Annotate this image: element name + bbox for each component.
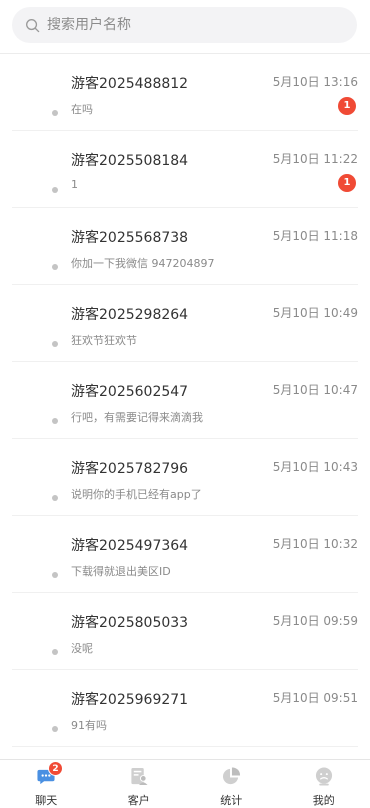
conversation-list: 游客2025488812 在吗 5月10日 13:16 1 游客20255081… bbox=[0, 54, 370, 747]
conversation-preview: 91有吗 bbox=[71, 719, 107, 732]
unread-badge: 1 bbox=[338, 174, 356, 192]
tab-customer[interactable]: 客户 bbox=[93, 760, 186, 808]
conversation-time: 5月10日 13:16 bbox=[272, 75, 358, 89]
conversation-name: 游客2025782796 bbox=[71, 461, 189, 477]
bottom-tab-bar: 2 聊天 客户 统计 我的 bbox=[0, 759, 370, 808]
conversation-preview: 说明你的手机已经有app了 bbox=[71, 488, 202, 501]
tab-label: 统计 bbox=[220, 794, 243, 807]
conversation-time: 5月10日 09:51 bbox=[272, 691, 358, 705]
search-icon bbox=[26, 18, 40, 32]
conversation-name: 游客2025488812 bbox=[71, 76, 189, 92]
conversation-item[interactable]: 游客2025488812 在吗 5月10日 13:16 1 bbox=[12, 54, 358, 131]
conversation-preview: 在吗 bbox=[71, 103, 93, 116]
conversation-item[interactable]: 游客2025602547 行吧，有需要记得来滴滴我 5月10日 10:47 bbox=[12, 362, 358, 439]
conversation-name: 游客2025298264 bbox=[71, 307, 189, 323]
tab-badge: 2 bbox=[48, 761, 63, 776]
status-dot bbox=[52, 264, 58, 270]
conversation-item[interactable]: 游客2025782796 说明你的手机已经有app了 5月10日 10:43 bbox=[12, 439, 358, 516]
status-dot bbox=[52, 572, 58, 578]
conversation-name: 游客2025568738 bbox=[71, 230, 189, 246]
search-box[interactable] bbox=[12, 7, 357, 43]
conversation-preview: 狂欢节狂欢节 bbox=[71, 334, 137, 347]
conversation-name: 游客2025602547 bbox=[71, 384, 189, 400]
conversation-preview: 行吧，有需要记得来滴滴我 bbox=[71, 411, 203, 424]
conversation-preview: 你加一下我微信 947204897 bbox=[71, 257, 215, 270]
conversation-item[interactable]: 游客2025508184 1 5月10日 11:22 1 bbox=[12, 131, 358, 208]
unread-badge: 1 bbox=[338, 97, 356, 115]
conversation-name: 游客2025497364 bbox=[71, 538, 189, 554]
tab-label: 客户 bbox=[127, 794, 150, 807]
conversation-name: 游客2025969271 bbox=[71, 692, 189, 708]
status-dot bbox=[52, 726, 58, 732]
pie-chart-icon bbox=[223, 767, 241, 785]
conversation-time: 5月10日 11:22 bbox=[272, 152, 358, 166]
status-dot bbox=[52, 649, 58, 655]
conversation-time: 5月10日 10:47 bbox=[272, 383, 358, 397]
conversation-time: 5月10日 10:49 bbox=[272, 306, 358, 320]
status-dot bbox=[52, 187, 58, 193]
conversation-item[interactable]: 游客2025298264 狂欢节狂欢节 5月10日 10:49 bbox=[12, 285, 358, 362]
tab-label: 聊天 bbox=[35, 794, 58, 807]
profile-icon bbox=[315, 767, 332, 786]
conversation-time: 5月10日 10:43 bbox=[272, 460, 358, 474]
tab-statistics[interactable]: 统计 bbox=[185, 760, 278, 808]
conversation-name: 游客2025805033 bbox=[71, 615, 189, 631]
search-bar bbox=[0, 0, 370, 54]
tab-profile[interactable]: 我的 bbox=[278, 760, 370, 808]
conversation-item[interactable]: 游客2025969271 91有吗 5月10日 09:51 bbox=[12, 670, 358, 747]
conversation-preview: 1 bbox=[71, 178, 78, 191]
status-dot bbox=[52, 110, 58, 116]
conversation-preview: 下载得就退出美区ID bbox=[71, 565, 171, 578]
conversation-item[interactable]: 游客2025568738 你加一下我微信 947204897 5月10日 11:… bbox=[12, 208, 358, 285]
status-dot bbox=[52, 341, 58, 347]
conversation-time: 5月10日 11:18 bbox=[272, 229, 358, 243]
conversation-item[interactable]: 游客2025805033 没呢 5月10日 09:59 bbox=[12, 593, 358, 670]
conversation-preview: 没呢 bbox=[71, 642, 93, 655]
search-input[interactable] bbox=[47, 17, 327, 33]
conversation-time: 5月10日 10:32 bbox=[272, 537, 358, 551]
conversation-time: 5月10日 09:59 bbox=[272, 614, 358, 628]
customer-icon bbox=[131, 767, 148, 786]
tab-chat[interactable]: 2 聊天 bbox=[0, 760, 93, 808]
tab-label: 我的 bbox=[312, 794, 335, 807]
status-dot bbox=[52, 495, 58, 501]
conversation-name: 游客2025508184 bbox=[71, 153, 189, 169]
conversation-item[interactable]: 游客2025497364 下载得就退出美区ID 5月10日 10:32 bbox=[12, 516, 358, 593]
status-dot bbox=[52, 418, 58, 424]
